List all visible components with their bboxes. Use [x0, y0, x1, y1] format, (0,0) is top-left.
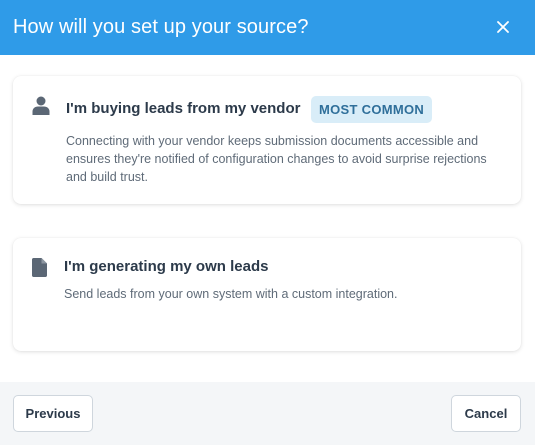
- option-title: I'm buying leads from my vendor: [66, 100, 301, 117]
- option-description: Connecting with your vendor keeps submis…: [66, 134, 487, 184]
- modal-body: I'm buying leads from my vendor MOST COM…: [0, 55, 535, 382]
- close-icon: [497, 21, 509, 33]
- option-card-own-leads[interactable]: I'm generating my own leads Send leads f…: [13, 238, 521, 351]
- setup-source-modal: How will you set up your source? I'm buy…: [0, 0, 535, 445]
- cancel-button[interactable]: Cancel: [451, 395, 521, 432]
- close-button[interactable]: [493, 17, 513, 37]
- option-title: I'm generating my own leads: [64, 258, 269, 275]
- document-icon: [32, 258, 47, 277]
- previous-button[interactable]: Previous: [13, 395, 93, 432]
- option-card-vendor[interactable]: I'm buying leads from my vendor MOST COM…: [13, 76, 521, 204]
- modal-footer: Previous Cancel: [0, 382, 535, 445]
- modal-title: How will you set up your source?: [13, 16, 309, 38]
- modal-header: How will you set up your source?: [0, 0, 535, 55]
- person-icon: [32, 96, 50, 115]
- option-description: Send leads from your own system with a c…: [64, 287, 398, 301]
- most-common-badge: MOST COMMON: [311, 96, 433, 123]
